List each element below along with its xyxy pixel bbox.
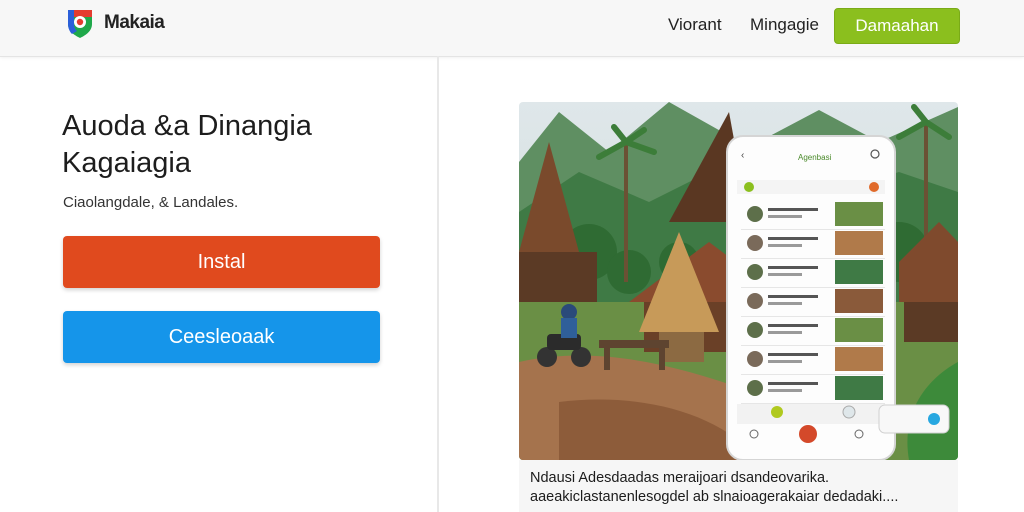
row-thumbnail (835, 289, 883, 313)
row-avatar (747, 235, 763, 251)
row-avatar (747, 264, 763, 280)
caption-line-1: Ndausi Adesdaadas meraijoari dsandeovari… (530, 470, 830, 486)
row-thumbnail (835, 347, 883, 371)
phone-header-title: Agenbasi (798, 153, 832, 162)
hero-subline: Ciaolangdale, & Landales. (63, 194, 239, 211)
row-avatar (747, 322, 763, 338)
nav-link-1[interactable]: Viorant (668, 15, 722, 35)
row-avatar (747, 293, 763, 309)
brand-name[interactable]: Makaia (104, 12, 165, 34)
hero-headline: Auoda &a Dinangia Kagaiagia (62, 110, 312, 179)
row-thumbnail (835, 202, 883, 226)
top-navigation-bar: Makaia Viorant Mingagie Damaahan (0, 0, 1024, 57)
village-scene-image: ‹ Agenbasi (519, 102, 958, 460)
download-cta-button[interactable]: Damaahan (834, 8, 960, 44)
row-thumbnail (835, 260, 883, 284)
hero-photo: ‹ Agenbasi (519, 102, 958, 460)
nav-link-2[interactable]: Mingagie (750, 15, 819, 35)
row-thumbnail (835, 376, 883, 400)
app-logo-icon[interactable] (64, 7, 96, 39)
row-avatar (747, 380, 763, 396)
row-avatar (747, 206, 763, 222)
svg-text:‹: ‹ (741, 150, 744, 161)
row-avatar (747, 351, 763, 367)
caption-line-2: aaeakiclastanenlesogdel ab slnaioageraka… (530, 489, 899, 505)
column-divider (437, 56, 439, 512)
install-button[interactable]: Instal (63, 236, 380, 288)
chat-bubble-overlay (878, 404, 950, 434)
row-thumbnail (835, 231, 883, 255)
secondary-button[interactable]: Ceesleoaak (63, 311, 380, 363)
row-thumbnail (835, 318, 883, 342)
